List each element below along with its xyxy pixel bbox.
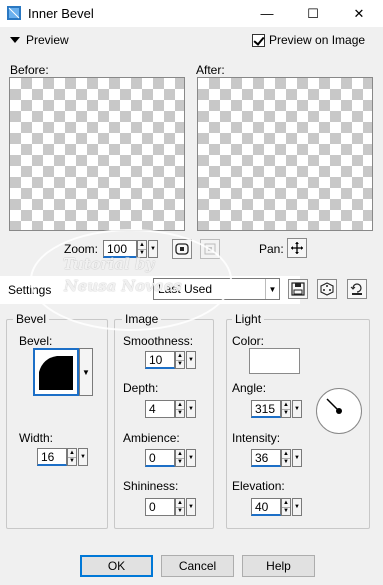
reset-button[interactable] [347, 279, 367, 299]
smoothness-spinner[interactable]: ▲ ▼ [175, 351, 185, 369]
depth-input[interactable]: 4 [145, 400, 175, 418]
reset-icon [350, 283, 362, 295]
light-group-title: Light [232, 312, 265, 326]
zoom-fit-button[interactable] [200, 239, 220, 259]
spin-up-icon[interactable]: ▲ [282, 499, 290, 507]
preview-toggle[interactable]: Preview [10, 33, 69, 47]
pan-label: Pan: [259, 242, 284, 256]
width-dropdown-button[interactable]: ▼ [78, 448, 88, 466]
zoom-label: Zoom: [64, 242, 99, 256]
spin-up-icon[interactable]: ▲ [282, 401, 290, 409]
bevel-shape-preview[interactable] [33, 348, 79, 396]
shininess-label: Shininess: [123, 479, 179, 493]
zoom-fit-icon [204, 243, 216, 255]
watermark-text-line1: Tutorial by [63, 255, 155, 273]
before-label: Before: [10, 63, 49, 77]
before-preview-panel[interactable] [9, 77, 185, 231]
randomize-button[interactable] [317, 279, 337, 299]
elevation-dropdown-button[interactable]: ▼ [292, 498, 302, 516]
spin-up-icon[interactable]: ▲ [176, 450, 184, 458]
depth-label: Depth: [123, 381, 159, 395]
help-button[interactable]: Help [242, 555, 315, 577]
spin-up-icon[interactable]: ▲ [176, 352, 184, 360]
preview-on-image-label: Preview on Image [269, 33, 366, 47]
color-label: Color: [232, 334, 265, 348]
bevel-dropdown-button[interactable]: ▼ [79, 348, 93, 396]
maximize-button[interactable]: ☐ [290, 0, 336, 27]
save-disk-icon [291, 282, 305, 296]
ambience-label: Ambience: [123, 431, 180, 445]
bevel-shape-icon [39, 356, 73, 390]
depth-spinner[interactable]: ▲ ▼ [175, 400, 185, 418]
spin-down-icon[interactable]: ▼ [176, 457, 184, 467]
spin-up-icon[interactable]: ▲ [138, 241, 146, 249]
zoom-100-button[interactable] [172, 239, 192, 259]
ambience-input[interactable]: 0 [145, 449, 175, 467]
width-input[interactable]: 16 [37, 448, 67, 466]
spin-up-icon[interactable]: ▲ [68, 449, 76, 457]
ambience-spinner[interactable]: ▲ ▼ [175, 449, 185, 467]
spin-up-icon[interactable]: ▲ [176, 401, 184, 409]
shininess-input[interactable]: 0 [145, 498, 175, 516]
ok-button[interactable]: OK [80, 555, 153, 577]
angle-label: Angle: [232, 381, 267, 395]
intensity-label: Intensity: [232, 431, 281, 445]
spin-down-icon[interactable]: ▼ [282, 506, 290, 516]
chevron-down-icon[interactable]: ▼ [265, 279, 279, 299]
after-label: After: [196, 63, 225, 77]
width-spinner[interactable]: ▲ ▼ [67, 448, 77, 466]
spin-up-icon[interactable]: ▲ [282, 450, 290, 458]
settings-label: Settings [8, 283, 52, 297]
move-cross-icon [291, 242, 303, 254]
light-color-swatch[interactable] [249, 348, 300, 374]
image-group-title: Image [122, 312, 162, 326]
collapse-arrow-icon [10, 37, 20, 43]
after-preview-panel[interactable] [197, 77, 373, 231]
bevel-label: Bevel: [19, 334, 53, 348]
preview-on-image-checkbox[interactable]: Preview on Image [252, 33, 365, 47]
spin-down-icon[interactable]: ▼ [282, 457, 290, 467]
spin-down-icon[interactable]: ▼ [176, 408, 184, 418]
dice-icon [320, 282, 334, 296]
angle-input[interactable]: 315 [251, 400, 281, 418]
intensity-dropdown-button[interactable]: ▼ [292, 449, 302, 467]
window-title: Inner Bevel [28, 6, 94, 21]
smoothness-input[interactable]: 10 [145, 351, 175, 369]
shininess-dropdown-button[interactable]: ▼ [186, 498, 196, 516]
spin-down-icon[interactable]: ▼ [68, 456, 76, 466]
spin-down-icon[interactable]: ▼ [176, 506, 184, 516]
intensity-input[interactable]: 36 [251, 449, 281, 467]
intensity-spinner[interactable]: ▲ ▼ [281, 449, 291, 467]
elevation-input[interactable]: 40 [251, 498, 281, 516]
app-icon [6, 5, 22, 21]
angle-dial[interactable] [316, 388, 362, 434]
angle-dropdown-button[interactable]: ▼ [292, 400, 302, 418]
close-button[interactable]: ✕ [336, 0, 382, 27]
smoothness-label: Smoothness: [123, 334, 194, 348]
minimize-button[interactable]: — [244, 0, 290, 27]
spin-down-icon[interactable]: ▼ [176, 359, 184, 369]
spin-down-icon[interactable]: ▼ [282, 408, 290, 418]
spin-up-icon[interactable]: ▲ [176, 499, 184, 507]
ambience-dropdown-button[interactable]: ▼ [186, 449, 196, 467]
preview-toggle-label: Preview [26, 33, 69, 47]
elevation-spinner[interactable]: ▲ ▼ [281, 498, 291, 516]
elevation-label: Elevation: [232, 479, 285, 493]
depth-dropdown-button[interactable]: ▼ [186, 400, 196, 418]
shininess-spinner[interactable]: ▲ ▼ [175, 498, 185, 516]
zoom-actual-size-icon [175, 243, 189, 255]
cancel-button[interactable]: Cancel [161, 555, 234, 577]
smoothness-dropdown-button[interactable]: ▼ [186, 351, 196, 369]
save-preset-button[interactable] [288, 279, 308, 299]
pan-button[interactable] [287, 238, 307, 258]
angle-spinner[interactable]: ▲ ▼ [281, 400, 291, 418]
bevel-group-title: Bevel [13, 312, 50, 326]
watermark-text-line2: Neusa Novaes [64, 277, 182, 295]
width-label: Width: [19, 431, 54, 445]
checkbox-checked-icon[interactable] [252, 33, 265, 47]
angle-dial-icon [326, 398, 342, 414]
